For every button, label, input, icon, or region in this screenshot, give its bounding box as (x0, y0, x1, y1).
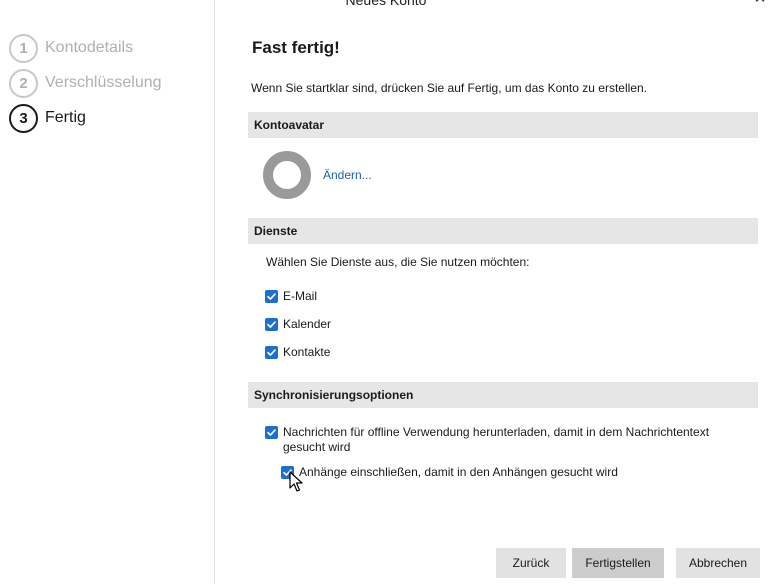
checkmark-icon (267, 321, 276, 328)
calendar-label: Kalender (283, 317, 332, 331)
cancel-button[interactable]: Abbrechen (676, 548, 760, 578)
main-content: Fast fertig! Wenn Sie startklar sind, dr… (248, 0, 758, 584)
section-header-sync: Synchronisierungsoptionen (248, 382, 758, 408)
checkmark-icon (267, 349, 276, 356)
services-description: Wählen Sie Dienste aus, die Sie nutzen m… (266, 255, 530, 269)
step-label: Kontodetails (45, 39, 134, 56)
step-label: Verschlüsselung (45, 74, 162, 91)
section-header-services: Dienste (248, 218, 758, 244)
step-number: 2 (9, 68, 38, 98)
wizard-steps-sidebar: 1 Kontodetails 2 Verschlüsselung 3 Ferti… (0, 0, 214, 584)
step-kontodetails[interactable]: 1 Kontodetails (9, 33, 133, 63)
avatar (263, 151, 311, 199)
step-number: 1 (9, 33, 38, 63)
email-checkbox[interactable] (265, 290, 278, 303)
offline-download-checkbox[interactable] (265, 426, 278, 439)
service-email-row[interactable]: E-Mail (265, 289, 317, 304)
include-attachments-row[interactable]: Anhänge einschließen, damit in den Anhän… (281, 465, 618, 480)
change-avatar-link[interactable]: Ändern... (323, 168, 372, 182)
offline-download-row[interactable]: Nachrichten für offline Verwendung herun… (265, 425, 735, 455)
finish-button[interactable]: Fertigstellen (572, 548, 664, 578)
calendar-checkbox[interactable] (265, 318, 278, 331)
contacts-label: Kontakte (283, 345, 331, 359)
section-header-avatar: Kontoavatar (248, 112, 758, 138)
step-label: Fertig (45, 109, 86, 126)
checkmark-icon (267, 429, 276, 436)
back-button[interactable]: Zurück (496, 548, 566, 578)
offline-download-label: Nachrichten für offline Verwendung herun… (283, 425, 710, 454)
contacts-checkbox[interactable] (265, 346, 278, 359)
service-contacts-row[interactable]: Kontakte (265, 345, 330, 360)
step-number: 3 (9, 103, 38, 133)
step-verschluesselung[interactable]: 2 Verschlüsselung (9, 68, 162, 98)
email-label: E-Mail (283, 289, 318, 303)
service-calendar-row[interactable]: Kalender (265, 317, 331, 332)
intro-text: Wenn Sie startklar sind, drücken Sie auf… (251, 81, 647, 95)
sidebar-divider (214, 0, 215, 584)
step-fertig[interactable]: 3 Fertig (9, 103, 86, 133)
include-attachments-label: Anhänge einschließen, damit in den Anhän… (299, 465, 618, 479)
page-title: Fast fertig! (252, 38, 340, 57)
mouse-cursor-icon (289, 471, 303, 492)
checkmark-icon (267, 293, 276, 300)
